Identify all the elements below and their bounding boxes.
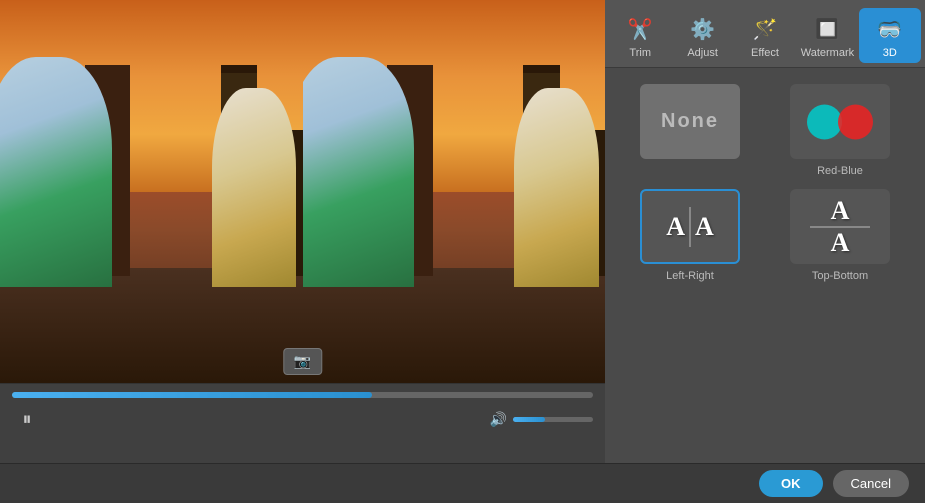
option-left-right[interactable]: A A Left-Right <box>621 189 759 282</box>
adjust-button[interactable]: ⚙️ Adjust <box>671 8 733 63</box>
red-blue-box <box>790 84 890 159</box>
effect-icon: 🪄 <box>750 14 780 44</box>
video-display: 📷 <box>0 0 605 383</box>
video-section: 📷 ⏸ 🔊 <box>0 0 605 463</box>
snapshot-button[interactable]: 📷 <box>283 348 322 375</box>
video-frame <box>0 0 605 383</box>
tb-letter-a1: A <box>831 198 850 224</box>
anaglyph-red-circle <box>838 104 873 139</box>
progress-fill <box>12 392 372 398</box>
option-top-bottom[interactable]: A A Top-Bottom <box>771 189 909 282</box>
watermark-icon: 🔲 <box>812 14 842 44</box>
anaglyph-cyan-circle <box>807 104 842 139</box>
play-pause-button[interactable]: ⏸ <box>12 404 42 434</box>
volume-icon: 🔊 <box>490 411 507 428</box>
option-none[interactable]: None <box>621 84 759 177</box>
adjust-label: Adjust <box>687 47 718 59</box>
trim-button[interactable]: ✂️ Trim <box>609 8 671 63</box>
playback-controls: ⏸ 🔊 <box>0 383 605 463</box>
tb-letter-a2: A <box>831 230 850 256</box>
top-bottom-label: Top-Bottom <box>812 270 868 282</box>
controls-row: ⏸ 🔊 <box>12 404 593 434</box>
volume-container: 🔊 <box>490 411 593 428</box>
toolbar: ✂️ Trim ⚙️ Adjust 🪄 Effect 🔲 Watermark 🥽… <box>605 0 925 68</box>
3d-button[interactable]: 🥽 3D <box>859 8 921 63</box>
ok-button[interactable]: OK <box>759 470 823 497</box>
volume-slider[interactable] <box>513 417 593 422</box>
footer: OK Cancel <box>0 463 925 503</box>
lr-letter-a1: A <box>666 212 685 242</box>
lr-letter-a2: A <box>695 212 714 242</box>
effect-label: Effect <box>751 47 779 59</box>
left-right-box: A A <box>640 189 740 264</box>
cancel-button[interactable]: Cancel <box>833 470 909 497</box>
left-right-label: Left-Right <box>666 270 714 282</box>
lr-divider <box>689 207 691 247</box>
effect-button[interactable]: 🪄 Effect <box>734 8 796 63</box>
3d-icon: 🥽 <box>875 14 905 44</box>
option-red-blue[interactable]: Red-Blue <box>771 84 909 177</box>
progress-bar[interactable] <box>12 392 593 398</box>
video-half-right <box>303 0 606 383</box>
top-bottom-box: A A <box>790 189 890 264</box>
trim-icon: ✂️ <box>625 14 655 44</box>
video-half-left <box>0 0 303 383</box>
right-panel: ✂️ Trim ⚙️ Adjust 🪄 Effect 🔲 Watermark 🥽… <box>605 0 925 463</box>
adjust-icon: ⚙️ <box>688 14 718 44</box>
none-text: None <box>661 110 719 133</box>
watermark-button[interactable]: 🔲 Watermark <box>796 8 858 63</box>
volume-fill <box>513 417 545 422</box>
red-blue-label: Red-Blue <box>817 165 863 177</box>
options-panel: None Red-Blue A A Left-Right <box>605 68 925 463</box>
3d-label: 3D <box>883 47 897 59</box>
trim-label: Trim <box>629 47 651 59</box>
watermark-label: Watermark <box>801 47 854 59</box>
none-box: None <box>640 84 740 159</box>
